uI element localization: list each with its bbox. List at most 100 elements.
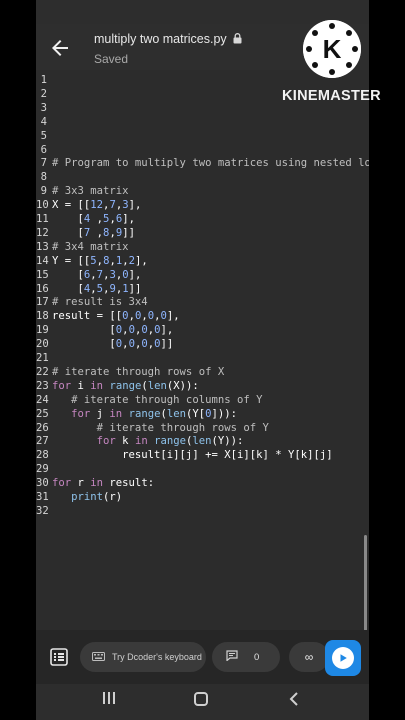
code-text: # iterate through columns of Y: [52, 393, 262, 407]
code-line[interactable]: 28 result[i][j] += X[i][k] * Y[k][j]: [36, 448, 369, 462]
line-number: 14: [36, 254, 49, 267]
code-token: in: [134, 435, 148, 448]
code-text: [4 ,5,6],: [52, 212, 135, 226]
code-line[interactable]: 5: [36, 129, 369, 143]
line-number: 6: [40, 143, 47, 156]
code-line[interactable]: 11 [4 ,5,6],: [36, 212, 369, 226]
code-token: ],: [135, 254, 148, 267]
code-token: len: [192, 435, 212, 448]
code-token: [: [52, 282, 84, 295]
code-text: [6,7,3,0],: [52, 268, 142, 282]
nav-back-icon[interactable]: [288, 691, 300, 707]
code-line[interactable]: 15 [6,7,3,0],: [36, 268, 369, 282]
code-line[interactable]: 23 for i in range(len(X)):: [36, 379, 369, 393]
code-line[interactable]: 32: [36, 504, 369, 518]
code-text: result = [[0,0,0,0],: [52, 309, 180, 323]
code-text: # 3x3 matrix: [52, 184, 129, 198]
code-token: (r): [103, 491, 123, 503]
code-line[interactable]: 29: [36, 462, 369, 476]
line-number: 31: [36, 491, 49, 503]
code-line[interactable]: 22 # iterate through rows of X: [36, 365, 369, 379]
code-line[interactable]: 27 for k in range(len(Y)):: [36, 434, 369, 448]
back-arrow-icon[interactable]: [48, 36, 72, 60]
keyboard-label: Try Dcoder's keyboard: [112, 652, 202, 662]
code-text: # Program to multiply two matrices using…: [52, 156, 369, 170]
code-line[interactable]: 31 print(r): [36, 490, 369, 504]
code-token: ,: [90, 213, 104, 225]
bottom-toolbar: Try Dcoder's keyboard 0 ∞: [36, 630, 369, 684]
code-token: result[i][j] += X[i][k] * Y[k][j]: [52, 449, 333, 462]
kinemaster-watermark: KINEMASTER: [282, 88, 381, 104]
line-number: 30: [36, 477, 49, 490]
comment-icon: [226, 648, 238, 666]
code-line[interactable]: 9 # 3x3 matrix: [36, 184, 369, 198]
line-number: 5: [40, 129, 47, 142]
code-line[interactable]: 13 # 3x4 matrix: [36, 240, 369, 254]
code-token: # iterate through columns of Y: [52, 393, 263, 406]
code-token: ],: [166, 310, 180, 323]
line-number: 2: [40, 87, 47, 100]
code-line[interactable]: 7 # Program to multiply two matrices usin…: [36, 156, 369, 170]
code-line[interactable]: 26 # iterate through rows of Y: [36, 421, 369, 435]
code-token: # result is 3x4: [52, 296, 148, 309]
scrollbar-thumb[interactable]: [364, 535, 367, 631]
code-token: ]]: [128, 282, 142, 295]
code-line[interactable]: 19 [0,0,0,0],: [36, 323, 369, 337]
code-line[interactable]: 24 # iterate through columns of Y: [36, 393, 369, 407]
comments-button[interactable]: 0: [212, 642, 280, 672]
code-token: range: [128, 407, 161, 420]
code-line[interactable]: 25 for j in range(len(Y[0])):: [36, 407, 369, 421]
system-nav-bar: [36, 684, 369, 720]
file-title[interactable]: multiply two matrices.py: [94, 32, 242, 47]
line-number: 23: [36, 379, 49, 392]
code-token: in: [109, 407, 123, 420]
code-token: len: [147, 379, 167, 392]
code-text: print(r): [52, 490, 122, 504]
code-line[interactable]: 14 Y = [[5,8,1,2],: [36, 254, 369, 268]
code-text: for k in range(len(Y)):: [52, 434, 244, 448]
share-button[interactable]: ∞: [289, 642, 329, 672]
code-line[interactable]: 21: [36, 351, 369, 365]
code-token: X = [[: [52, 199, 91, 212]
code-text: # iterate through rows of X: [52, 365, 224, 379]
code-line[interactable]: 17 # result is 3x4: [36, 295, 369, 309]
code-token: result = [[: [52, 310, 123, 323]
line-number: 4: [40, 115, 47, 128]
play-icon: [332, 647, 354, 669]
code-line[interactable]: 4: [36, 115, 369, 129]
line-number: 8: [40, 171, 47, 184]
home-icon[interactable]: [194, 692, 208, 706]
code-line[interactable]: 16 [4,5,9,1]]: [36, 282, 369, 296]
line-number: 21: [36, 352, 49, 364]
line-number: 7: [40, 157, 47, 170]
code-token: [: [52, 226, 84, 239]
code-token: k: [115, 435, 135, 448]
line-number: 15: [36, 268, 49, 281]
code-token: in: [90, 477, 104, 490]
line-number: 20: [36, 338, 49, 351]
code-line[interactable]: 30 for r in result:: [36, 476, 369, 490]
code-text: X = [[12,7,3],: [52, 198, 141, 212]
code-line[interactable]: 8: [36, 170, 369, 184]
line-number: 9: [40, 185, 47, 198]
code-token: [: [52, 268, 84, 281]
run-button[interactable]: [325, 640, 361, 676]
keyboard-icon: [92, 648, 105, 666]
line-number: 22: [36, 365, 49, 378]
code-token: # iterate through rows of Y: [52, 421, 269, 434]
code-token: (Y[: [186, 407, 206, 420]
code-line[interactable]: 18 result = [[0,0,0,0],: [36, 309, 369, 323]
code-line[interactable]: 20 [0,0,0,0]]: [36, 337, 369, 351]
phone-screen: multiply two matrices.py Saved 1 2 3 4 5 6 7 # …: [36, 0, 369, 720]
list-icon[interactable]: [50, 648, 68, 666]
code-token: r: [71, 477, 91, 490]
try-keyboard-button[interactable]: Try Dcoder's keyboard: [80, 642, 206, 672]
code-line[interactable]: 10 X = [[12,7,3],: [36, 198, 369, 212]
code-line[interactable]: 12 [7 ,8,9]]: [36, 226, 369, 240]
line-number: 29: [36, 463, 49, 476]
code-token: ]]: [122, 226, 135, 239]
code-editor[interactable]: 1 2 3 4 5 6 7 # Program to multiply two matrice…: [36, 70, 369, 631]
recents-icon[interactable]: [102, 691, 116, 705]
code-line[interactable]: 6: [36, 143, 369, 157]
